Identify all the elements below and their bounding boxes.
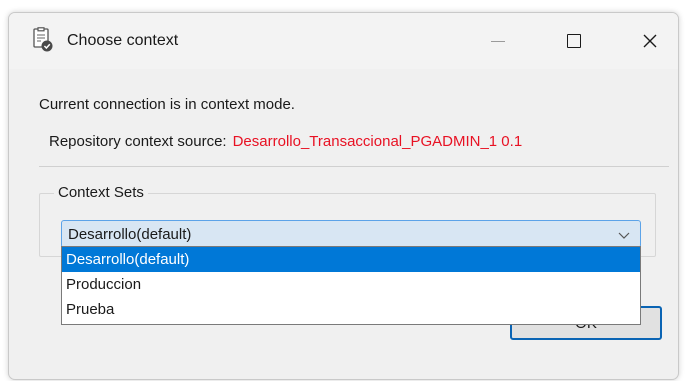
context-set-select[interactable]: Desarrollo(default) (61, 220, 641, 248)
context-sets-label: Context Sets (54, 184, 148, 201)
minimize-button[interactable] (475, 23, 521, 59)
context-set-dropdown-list: Desarrollo(default) Produccion Prueba (61, 246, 641, 325)
window-title: Choose context (67, 32, 179, 49)
context-set-selected-value: Desarrollo(default) (68, 226, 192, 243)
divider (39, 166, 669, 167)
context-mode-message: Current connection is in context mode. (39, 96, 295, 113)
maximize-icon (567, 34, 581, 48)
chevron-down-icon (618, 232, 630, 239)
minimize-icon (491, 40, 505, 42)
close-button[interactable] (627, 23, 673, 59)
dropdown-option-produccion[interactable]: Produccion (62, 272, 640, 297)
repository-label: Repository context source: (49, 133, 227, 150)
maximize-button[interactable] (551, 23, 597, 59)
dropdown-option-prueba[interactable]: Prueba (62, 297, 640, 322)
dropdown-option-desarrollo[interactable]: Desarrollo(default) (62, 247, 640, 272)
context-document-check-icon (31, 27, 55, 53)
repository-value: Desarrollo_Transaccional_PGADMIN_1 0.1 (232, 133, 523, 150)
title-bar[interactable]: Choose context (9, 13, 678, 69)
repository-source-row: Repository context source: Desarrollo_Tra… (49, 133, 522, 150)
close-icon (643, 34, 657, 48)
